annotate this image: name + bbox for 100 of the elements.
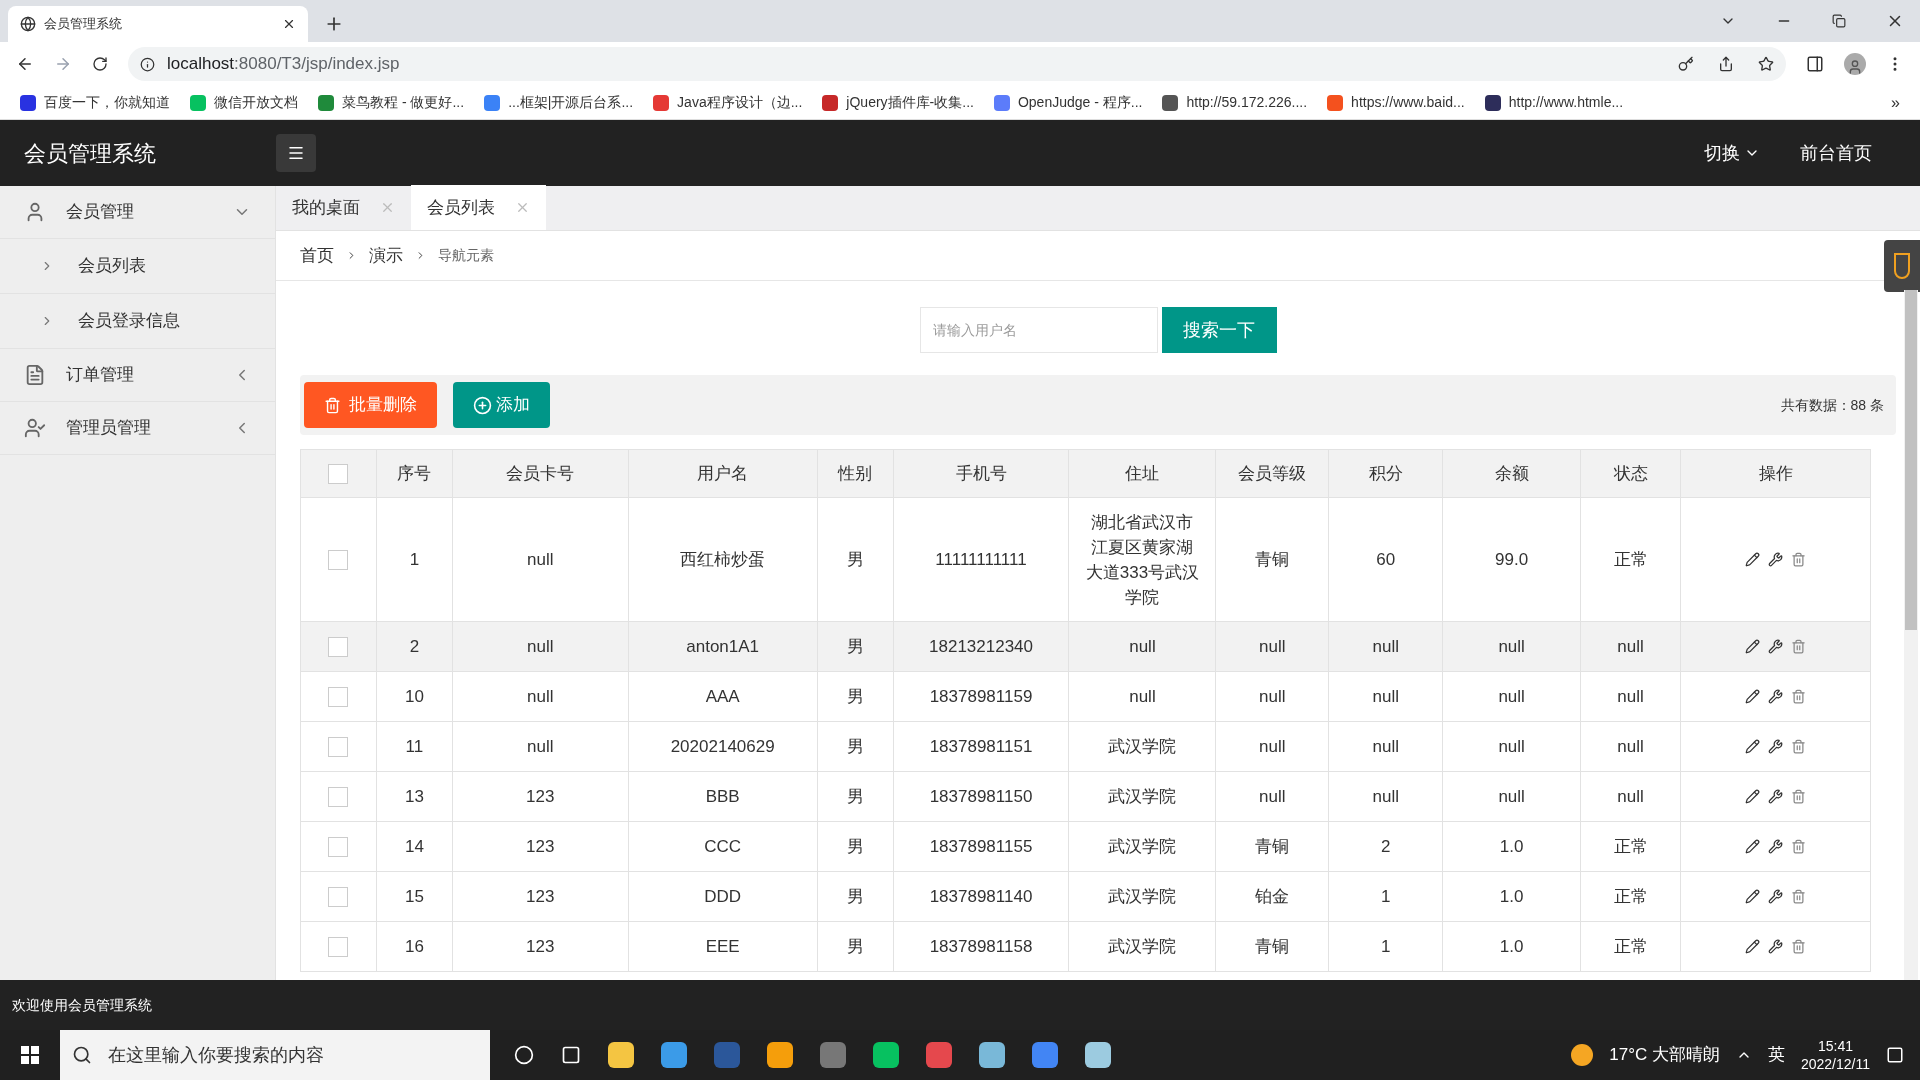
delete-icon[interactable]: [1791, 552, 1806, 567]
address-bar[interactable]: localhost:8080/T3/jsp/index.jsp: [128, 47, 1786, 81]
delete-icon[interactable]: [1791, 889, 1806, 904]
forward-icon[interactable]: [54, 55, 72, 73]
select-all-checkbox[interactable]: [328, 464, 349, 485]
edit-icon[interactable]: [1745, 939, 1760, 954]
key-icon[interactable]: [1678, 56, 1694, 72]
delete-icon[interactable]: [1791, 639, 1806, 654]
table-row[interactable]: 15 123 DDD 男 18378981140 武汉学院 铂金 1 1.0 正常: [300, 871, 1871, 922]
app-icon[interactable]: [873, 1042, 899, 1068]
browser-tab[interactable]: 会员管理系统: [8, 6, 308, 42]
table-row[interactable]: 13 123 BBB 男 18378981150 武汉学院 null null null null: [300, 771, 1871, 822]
table-row[interactable]: 11 null 20202140629 男 18378981151 武汉学院 null null null null: [300, 721, 1871, 772]
edit-icon[interactable]: [1745, 739, 1760, 754]
taskbar-search-field[interactable]: 在这里输入你要搜索的内容: [60, 1030, 490, 1080]
page-tab[interactable]: 会员列表: [411, 185, 546, 230]
search-button[interactable]: 搜索一下: [1161, 307, 1277, 353]
edit-icon[interactable]: [1745, 689, 1760, 704]
ime-indicator[interactable]: 英: [1767, 1042, 1785, 1068]
app-icon[interactable]: [1032, 1042, 1058, 1068]
app-icon[interactable]: [661, 1042, 687, 1068]
bookmark-link[interactable]: 菜鸟教程 - 做更好...: [318, 92, 465, 113]
app-icon[interactable]: [926, 1042, 952, 1068]
row-checkbox[interactable]: [328, 737, 349, 758]
floating-widget[interactable]: [1884, 240, 1920, 292]
back-icon[interactable]: [16, 55, 34, 73]
bookmark-link[interactable]: ...框架|开源后台系...: [484, 92, 634, 113]
edit-icon[interactable]: [1745, 889, 1760, 904]
table-cell: 18378981158: [893, 921, 1069, 972]
wrench-icon[interactable]: [1768, 552, 1783, 567]
username-search-field[interactable]: 请输入用户名: [919, 307, 1158, 353]
delete-icon[interactable]: [1791, 939, 1806, 954]
share-icon[interactable]: [1718, 56, 1734, 72]
close-icon[interactable]: [282, 17, 296, 31]
row-checkbox[interactable]: [328, 937, 349, 958]
reload-icon[interactable]: [92, 56, 108, 72]
edit-icon[interactable]: [1745, 789, 1760, 804]
frontend-home-link[interactable]: 前台首页: [1800, 139, 1872, 167]
side-panel-icon[interactable]: [1806, 55, 1824, 73]
table-row[interactable]: 16 123 EEE 男 18378981158 武汉学院 青铜 1 1.0 正常: [300, 921, 1871, 972]
row-checkbox[interactable]: [328, 837, 349, 858]
app-icon[interactable]: [608, 1042, 634, 1068]
wrench-icon[interactable]: [1768, 639, 1783, 654]
add-button[interactable]: 添加: [453, 382, 550, 428]
wrench-icon[interactable]: [1768, 739, 1783, 754]
sidebar-subitem[interactable]: 会员列表: [0, 238, 275, 293]
table-cell: 1: [1328, 871, 1443, 922]
wrench-icon[interactable]: [1768, 939, 1783, 954]
edit-icon[interactable]: [1745, 839, 1760, 854]
table-cell: null: [1580, 671, 1681, 722]
breadcrumb-link[interactable]: 导航元素: [438, 245, 494, 266]
delete-icon[interactable]: [1791, 789, 1806, 804]
edit-icon[interactable]: [1745, 639, 1760, 654]
cortana-icon[interactable]: [514, 1045, 534, 1065]
column-header: 会员卡号: [452, 449, 629, 498]
profile-avatar[interactable]: [1844, 53, 1866, 75]
row-checkbox[interactable]: [328, 550, 349, 571]
app-icon[interactable]: [767, 1042, 793, 1068]
row-checkbox[interactable]: [328, 887, 349, 908]
table-row[interactable]: 14 123 CCC 男 18378981155 武汉学院 青铜 2 1.0 正常: [300, 821, 1871, 872]
delete-icon[interactable]: [1791, 739, 1806, 754]
breadcrumb-link[interactable]: 首页: [300, 242, 334, 269]
bookmark-link[interactable]: https://www.baid...: [1327, 92, 1465, 113]
bookmark-link[interactable]: Java程序设计（边...: [653, 92, 803, 113]
table-row[interactable]: 10 null AAA 男 18378981159 null null null null null: [300, 671, 1871, 722]
menu-toggle-button[interactable]: [276, 134, 316, 172]
bookmark-link[interactable]: OpenJudge - 程序...: [993, 92, 1143, 113]
sidebar-item[interactable]: 会员管理: [0, 186, 275, 238]
wrench-icon[interactable]: [1768, 789, 1783, 804]
bookmark-link[interactable]: http://www.htmle...: [1484, 92, 1624, 113]
bookmark-star-icon[interactable]: [1758, 56, 1774, 72]
table-cell: null: [1328, 671, 1443, 722]
breadcrumb-link[interactable]: 演示: [369, 242, 403, 269]
sidebar-item[interactable]: 订单管理: [0, 349, 275, 401]
scrollbar[interactable]: [1904, 290, 1918, 980]
row-checkbox[interactable]: [328, 687, 349, 708]
edit-icon[interactable]: [1745, 552, 1760, 567]
row-checkbox[interactable]: [328, 637, 349, 658]
table-row[interactable]: 2 null anton1A1 男 18213212340 null null null null null: [300, 621, 1871, 672]
sidebar-subitem[interactable]: 会员登录信息: [0, 293, 275, 348]
page-tab[interactable]: 我的桌面: [276, 185, 411, 230]
wrench-icon[interactable]: [1768, 889, 1783, 904]
wrench-icon[interactable]: [1768, 839, 1783, 854]
bookmark-link[interactable]: jQuery插件库-收集...: [822, 92, 974, 113]
more-bookmarks-link[interactable]: »: [1891, 90, 1900, 115]
table-cell: 男: [817, 871, 894, 922]
bookmark-link[interactable]: 微信开放文档: [190, 92, 298, 113]
bookmark-link[interactable]: http://59.172.226....: [1162, 92, 1308, 113]
table-cell: 正常: [1580, 871, 1681, 922]
delete-icon[interactable]: [1791, 689, 1806, 704]
sidebar-item[interactable]: 管理员管理: [0, 402, 275, 454]
bookmark-link[interactable]: 百度一下，你就知道: [20, 92, 170, 113]
app-icon[interactable]: [979, 1042, 1005, 1068]
restore-icon[interactable]: [1832, 14, 1846, 28]
switch-dropdown[interactable]: 切换: [1704, 139, 1760, 167]
delete-icon[interactable]: [1791, 839, 1806, 854]
app-icon[interactable]: [1085, 1042, 1111, 1068]
wrench-icon[interactable]: [1768, 689, 1783, 704]
table-row[interactable]: 1 null 西红柿炒蛋 男 11111111111 湖北省武汉市江夏区黄家湖大道333号武汉学院 青铜 60 99.0 正常: [300, 497, 1871, 622]
row-checkbox[interactable]: [328, 787, 349, 808]
